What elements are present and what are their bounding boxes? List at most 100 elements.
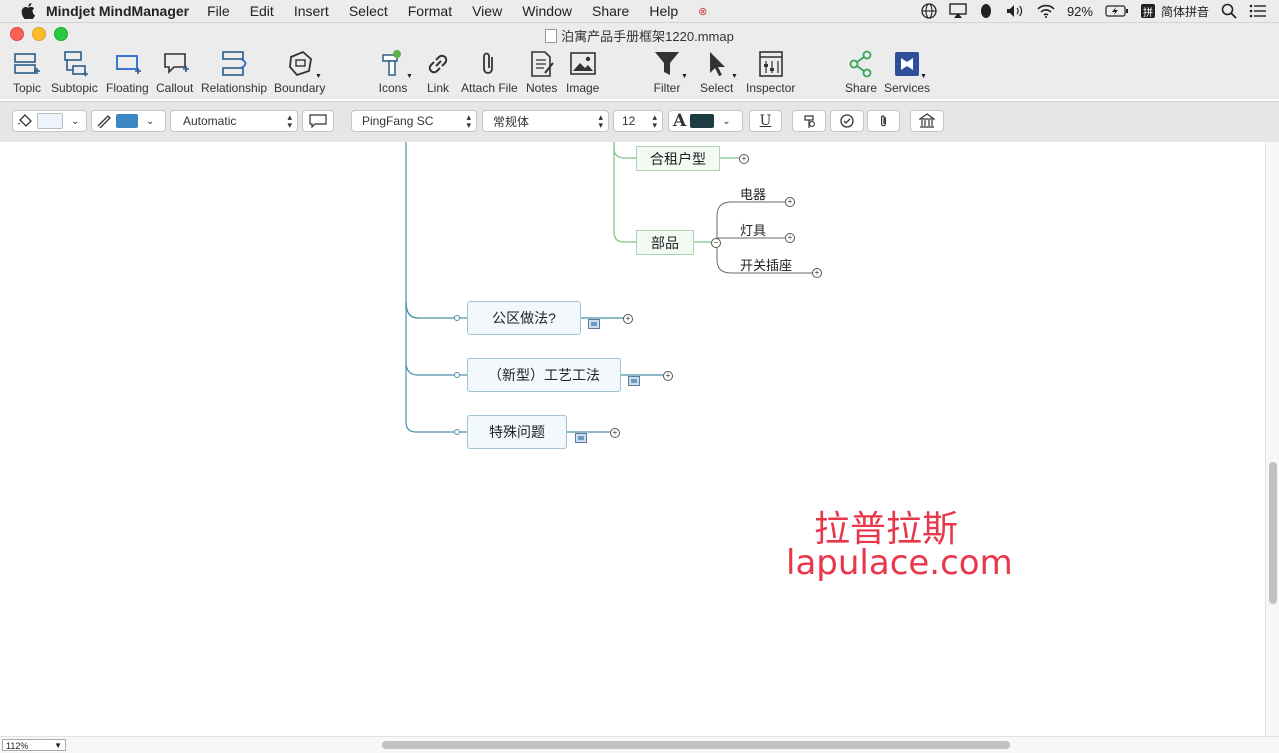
volume-icon[interactable] bbox=[1005, 3, 1025, 19]
attach-file-label: Attach File bbox=[461, 81, 518, 95]
filter-dropdown-icon[interactable]: ▼ bbox=[681, 73, 688, 80]
services-button[interactable]: Services bbox=[884, 49, 930, 95]
expand-plus-icon[interactable]: + bbox=[785, 197, 795, 207]
shape-button[interactable] bbox=[302, 110, 334, 132]
relationship-button[interactable]: Relationship bbox=[201, 49, 267, 95]
menu-view[interactable]: View bbox=[472, 3, 502, 19]
menu-help[interactable]: Help bbox=[649, 3, 678, 19]
menu-share[interactable]: Share bbox=[592, 3, 629, 19]
collapse-minus-icon[interactable]: − bbox=[711, 238, 721, 248]
expand-plus-icon[interactable]: + bbox=[610, 428, 620, 438]
app-name-menu[interactable]: Mindjet MindManager bbox=[46, 3, 189, 19]
inspector-button[interactable]: Inspector bbox=[746, 49, 795, 95]
font-family-select[interactable]: PingFang SC ▴ ▾ bbox=[351, 110, 477, 132]
subtopic-node[interactable]: 开关插座 bbox=[740, 255, 810, 273]
image-button[interactable]: Image bbox=[566, 49, 599, 95]
globe-icon[interactable] bbox=[921, 3, 937, 19]
boundary-button[interactable]: Boundary bbox=[274, 49, 325, 95]
share-button[interactable]: Share bbox=[845, 49, 877, 95]
updown-arrows-icon: ▴ ▾ bbox=[598, 112, 603, 130]
cloud-sync-icon[interactable]: ⊗ bbox=[698, 5, 707, 18]
zoom-select[interactable]: 112% ▼ bbox=[2, 739, 66, 751]
notes-indicator-icon[interactable] bbox=[575, 433, 587, 443]
updown-arrows-icon: ▴ ▾ bbox=[466, 112, 471, 130]
attach-file-button[interactable]: Attach File bbox=[461, 49, 518, 95]
text-color-picker[interactable]: A ⌄ bbox=[668, 110, 743, 132]
line-color-picker[interactable]: ⌄ bbox=[91, 110, 166, 132]
expand-plus-icon[interactable]: + bbox=[812, 268, 822, 278]
notification-center-icon[interactable] bbox=[1249, 4, 1267, 18]
subtopic-button[interactable]: Subtopic bbox=[51, 49, 98, 95]
expand-plus-icon[interactable]: + bbox=[623, 314, 633, 324]
icons-button[interactable]: Icons bbox=[378, 49, 408, 95]
subtopic-node[interactable]: 灯具 bbox=[740, 220, 780, 238]
menu-format[interactable]: Format bbox=[408, 3, 452, 19]
window-title-bar: 泊寓产品手册框架1220.mmap bbox=[0, 23, 1279, 45]
horizontal-scrollbar[interactable]: 112% ▼ bbox=[0, 736, 1279, 753]
topic-node[interactable]: （新型）工艺工法 bbox=[467, 358, 621, 392]
menu-select[interactable]: Select bbox=[349, 3, 388, 19]
font-style-select[interactable]: 常规体 ▴ ▾ bbox=[482, 110, 609, 132]
notes-indicator-icon[interactable] bbox=[628, 376, 640, 386]
apple-icon[interactable] bbox=[20, 3, 36, 19]
status-menu-area: 92% 拼 简体拼音 bbox=[915, 0, 1279, 22]
airplay-icon[interactable] bbox=[949, 3, 967, 19]
qq-penguin-icon[interactable] bbox=[979, 3, 993, 19]
subtopic-node[interactable]: 电器 bbox=[740, 184, 780, 202]
inspector-icon bbox=[758, 51, 783, 77]
select-dropdown-icon[interactable]: ▼ bbox=[731, 73, 738, 80]
menu-file[interactable]: File bbox=[207, 3, 230, 19]
horizontal-scrollbar-thumb[interactable] bbox=[382, 741, 1010, 749]
topic-label: Topic bbox=[12, 81, 41, 95]
topic-node[interactable]: 特殊问题 bbox=[467, 415, 567, 449]
window-title: 泊寓产品手册框架1220.mmap bbox=[0, 26, 1279, 45]
menu-insert[interactable]: Insert bbox=[294, 3, 329, 19]
layout-select[interactable]: Automatic ▴ ▾ bbox=[170, 110, 298, 132]
battery-icon[interactable] bbox=[1105, 5, 1129, 17]
topic-icon-button[interactable] bbox=[792, 110, 826, 132]
filter-button[interactable]: Filter bbox=[652, 49, 682, 95]
menu-edit[interactable]: Edit bbox=[250, 3, 274, 19]
vertical-scrollbar[interactable] bbox=[1265, 142, 1279, 736]
font-a-icon: A bbox=[673, 111, 687, 131]
window-title-text: 泊寓产品手册框架1220.mmap bbox=[561, 29, 734, 44]
topic-node[interactable]: 公区做法? bbox=[467, 301, 581, 335]
expand-plus-icon[interactable]: + bbox=[739, 154, 749, 164]
link-icon bbox=[428, 54, 448, 74]
expand-plus-icon[interactable]: + bbox=[663, 371, 673, 381]
filter-funnel-icon bbox=[655, 52, 679, 75]
underline-label: U bbox=[759, 113, 772, 129]
floating-topic-icon bbox=[116, 55, 142, 74]
text-color-swatch bbox=[690, 114, 715, 128]
notes-button[interactable]: Notes bbox=[526, 49, 557, 95]
topic-node[interactable]: 合租户型 bbox=[636, 146, 720, 171]
boundary-dropdown-icon[interactable]: ▼ bbox=[315, 73, 322, 80]
vertical-scrollbar-thumb[interactable] bbox=[1269, 462, 1277, 604]
task-info-button[interactable] bbox=[830, 110, 864, 132]
attachment-format-button[interactable] bbox=[867, 110, 900, 132]
zoom-value: 112% bbox=[6, 741, 29, 751]
wifi-icon[interactable] bbox=[1037, 4, 1055, 18]
inspector-label: Inspector bbox=[746, 81, 796, 95]
floating-button[interactable]: Floating bbox=[106, 49, 149, 95]
services-dropdown-icon[interactable]: ▼ bbox=[920, 73, 927, 80]
library-button[interactable] bbox=[910, 110, 944, 132]
expand-plus-icon[interactable]: + bbox=[785, 233, 795, 243]
notes-indicator-icon[interactable] bbox=[588, 319, 600, 329]
input-method-icon[interactable]: 拼 bbox=[1140, 4, 1155, 19]
spotlight-search-icon[interactable] bbox=[1221, 3, 1237, 19]
icons-dropdown-icon[interactable]: ▼ bbox=[406, 73, 413, 80]
chevron-down-icon: ▼ bbox=[54, 741, 62, 750]
topic-node[interactable]: 部品 bbox=[636, 230, 694, 255]
fill-color-picker[interactable]: ⌄ bbox=[12, 110, 87, 132]
input-method-label[interactable]: 简体拼音 bbox=[1161, 3, 1209, 20]
underline-button[interactable]: U bbox=[749, 110, 782, 132]
callout-button[interactable]: Callout bbox=[156, 49, 193, 95]
fill-color-swatch bbox=[37, 113, 63, 129]
link-button[interactable]: Link bbox=[423, 49, 453, 95]
font-size-select[interactable]: 12 ▴ ▾ bbox=[613, 110, 663, 132]
topic-button[interactable]: Topic bbox=[12, 49, 42, 95]
mindmap-canvas[interactable]: 合租户型 + 部品 − 电器 + 灯具 + 开关插座 + 公区做法? + （新型… bbox=[0, 142, 1265, 736]
select-button[interactable]: Select bbox=[700, 49, 733, 95]
menu-window[interactable]: Window bbox=[522, 3, 572, 19]
